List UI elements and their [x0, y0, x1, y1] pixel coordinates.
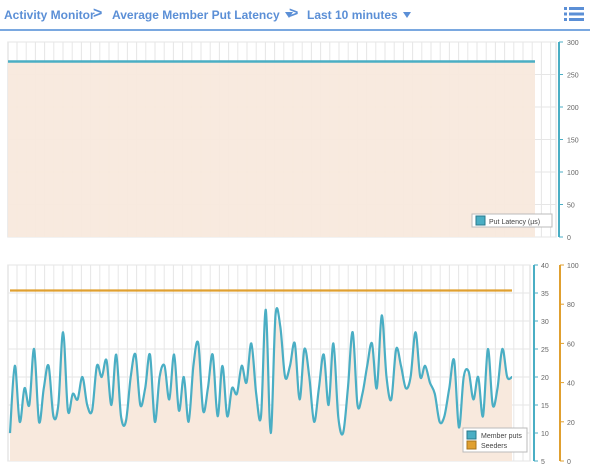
y-tick-label: 100	[567, 170, 579, 177]
chart-legend: Put Latency (µs)	[471, 213, 553, 228]
y-tick-label: 60	[567, 341, 575, 348]
breadcrumb-item-activity-monitor[interactable]: Activity Monitor	[4, 8, 95, 22]
legend-swatch	[466, 430, 477, 440]
put-latency-chart: 0 50 100 150 200 250 300 Put Latency (µs)	[7, 40, 579, 242]
y-tick-label: 15	[541, 403, 549, 410]
latency-chart-panel: 0 50 100 150 200 250 300 Put Latency (µs)	[0, 36, 590, 248]
y-tick-label: 250	[567, 73, 579, 80]
y-tick-label: 35	[541, 291, 549, 298]
breadcrumb-item-metric[interactable]: Average Member Put Latency	[112, 8, 293, 22]
legend-label: Put Latency (µs)	[489, 219, 540, 226]
y-tick-label: 25	[541, 347, 549, 354]
legend-swatch	[466, 440, 477, 450]
breadcrumb-separator: >	[93, 5, 103, 22]
y-tick-label: 40	[541, 263, 549, 270]
series-area	[8, 61, 535, 237]
breadcrumb-label: Last 10 minutes	[307, 8, 398, 22]
breadcrumb-label: Average Member Put Latency	[112, 8, 280, 22]
y-tick-label: 300	[567, 40, 579, 47]
breadcrumb-separator: >	[289, 5, 299, 22]
y-tick-label: 50	[567, 203, 575, 210]
y-tick-label: 30	[541, 319, 549, 326]
legend-label: Seeders	[481, 443, 508, 450]
y-tick-label: 0	[567, 235, 571, 242]
y-tick-label: 10	[541, 431, 549, 438]
legend-label: Member puts	[481, 433, 522, 440]
legend-swatch	[475, 215, 486, 226]
y-tick-label: 80	[567, 302, 575, 309]
chart-legend: Member puts Seeders	[462, 427, 528, 453]
y-tick-label: 100	[567, 263, 579, 270]
y-tick-label: 5	[541, 459, 545, 466]
y-tick-label: 150	[567, 138, 579, 145]
breadcrumb-label: Activity Monitor	[4, 8, 95, 22]
y-tick-label: 20	[541, 375, 549, 382]
member-puts-chart-panel: 5 10 15 20 25 30 35 40 0 20 40 60 80 100 Member puts Se…	[0, 258, 590, 468]
breadcrumb-item-time-range[interactable]: Last 10 minutes	[307, 8, 411, 22]
chevron-down-icon	[402, 12, 411, 18]
y-tick-label: 20	[567, 420, 575, 427]
y-tick-label: 40	[567, 381, 575, 388]
y-tick-label: 200	[567, 105, 579, 112]
list-menu-icon[interactable]	[564, 7, 584, 21]
y-tick-label: 0	[567, 459, 571, 466]
member-puts-chart: 5 10 15 20 25 30 35 40 0 20 40 60 80 100 Member puts Se…	[7, 263, 579, 466]
breadcrumb-bar: Activity Monitor > Average Member Put La…	[0, 0, 590, 31]
